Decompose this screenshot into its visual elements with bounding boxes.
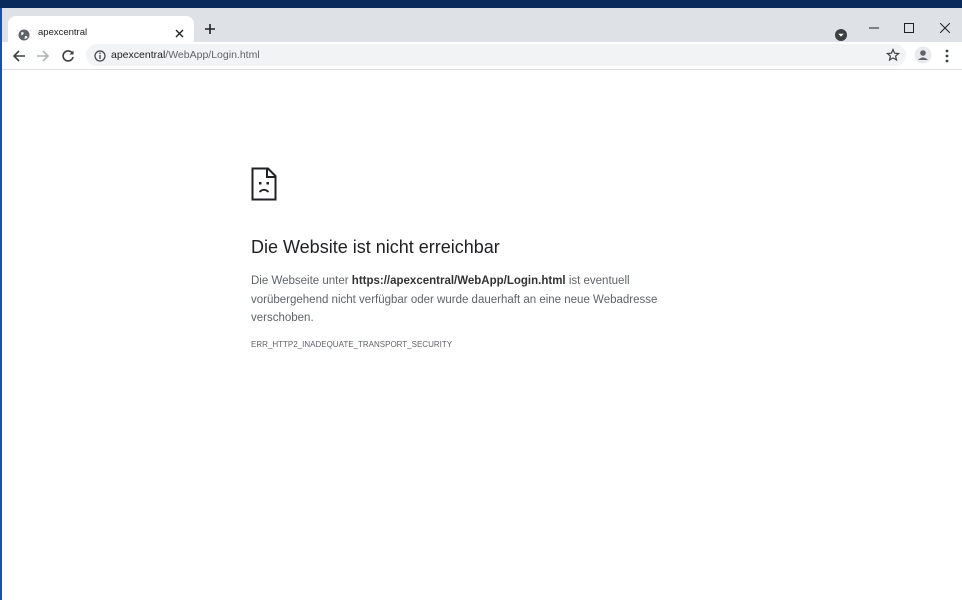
forward-arrow-icon[interactable] — [34, 47, 52, 65]
url-path: /WebApp/Login.html — [165, 49, 260, 61]
plus-icon[interactable] — [203, 22, 217, 36]
error-desc-prefix: Die Webseite unter — [251, 275, 352, 287]
maximize-icon[interactable] — [891, 16, 927, 40]
minimize-icon[interactable] — [856, 16, 892, 40]
browser-titlebar: apexcentral — [2, 8, 962, 50]
chevron-down-icon[interactable] — [834, 28, 848, 42]
url-text: apexcentral/WebApp/Login.html — [111, 49, 260, 61]
error-code: ERR_HTTP2_INADEQUATE_TRANSPORT_SECURITY — [251, 340, 453, 349]
tab-title: apexcentral — [38, 27, 88, 38]
close-icon[interactable] — [172, 26, 186, 40]
error-title: Die Website ist nicht erreichbar — [251, 237, 500, 257]
globe-icon — [18, 28, 30, 41]
reload-icon[interactable] — [59, 47, 77, 65]
back-arrow-icon[interactable] — [10, 47, 28, 65]
kebab-menu-icon[interactable] — [940, 47, 954, 65]
page-content: Die Website ist nicht erreichbar Die Web… — [2, 70, 962, 600]
info-icon[interactable] — [94, 49, 106, 62]
window-close-icon[interactable] — [927, 16, 962, 40]
error-description: Die Webseite unter https://apexcentral/W… — [251, 272, 681, 328]
sad-page-icon — [251, 167, 277, 201]
url-host: apexcentral — [111, 49, 166, 61]
person-icon[interactable] — [914, 46, 932, 64]
star-icon[interactable] — [885, 47, 901, 62]
window-border-top — [0, 0, 962, 8]
browser-toolbar: apexcentral/WebApp/Login.html — [2, 42, 962, 70]
address-bar[interactable]: apexcentral/WebApp/Login.html — [86, 44, 906, 66]
error-desc-url: https://apexcentral/WebApp/Login.html — [351, 275, 566, 287]
